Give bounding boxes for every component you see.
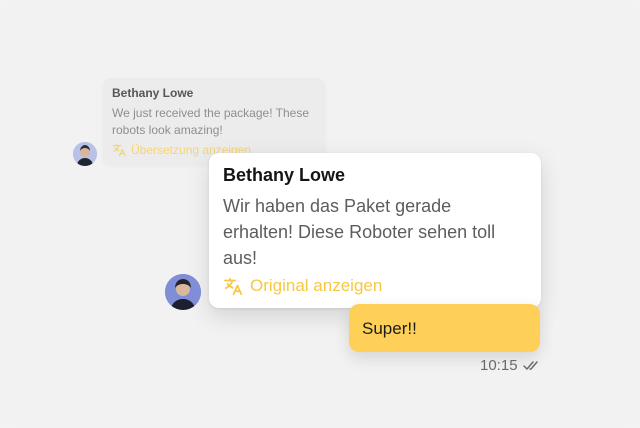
translated-message-card: Bethany Lowe Wir haben das Paket gerade … — [209, 153, 541, 308]
chat-canvas: Bethany Lowe We just received the packag… — [0, 0, 640, 428]
message-time: 10:15 — [480, 357, 518, 374]
reply-text: Super!! — [362, 319, 417, 338]
double-check-icon — [522, 361, 538, 370]
person-icon — [73, 142, 97, 166]
message-text: We just received the package! These robo… — [112, 106, 310, 137]
show-original-label: Original anzeigen — [250, 276, 383, 295]
person-icon — [165, 274, 201, 310]
message-sender: Bethany Lowe — [112, 86, 194, 100]
message-sender: Bethany Lowe — [223, 165, 346, 185]
show-original-link[interactable]: Original anzeigen — [223, 276, 382, 296]
message-meta: 10:15 — [480, 357, 540, 374]
message-bubble-original: Bethany Lowe We just received the packag… — [103, 78, 325, 164]
avatar[interactable] — [165, 274, 201, 310]
reply-bubble: Super!! — [349, 304, 540, 352]
translate-icon — [112, 143, 126, 157]
translate-icon — [223, 277, 243, 295]
avatar[interactable] — [73, 142, 97, 166]
message-text: Wir haben das Paket gerade erhalten! Die… — [223, 196, 496, 268]
